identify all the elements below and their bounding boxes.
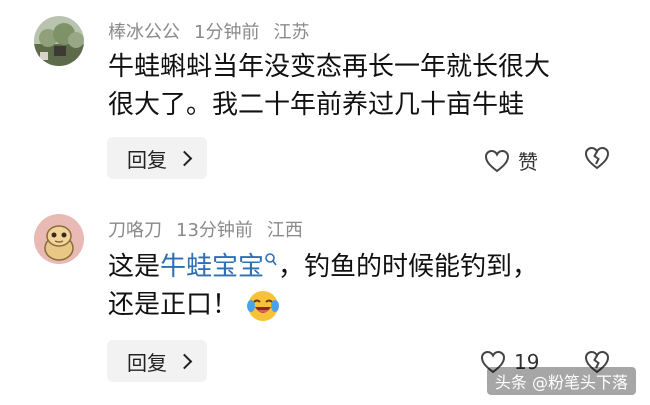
broken-heart-icon — [584, 146, 610, 170]
author-name[interactable]: 棒冰公公 — [108, 22, 180, 43]
comment-time: 1分钟前 — [194, 22, 260, 43]
reply-label: 回复 — [127, 350, 167, 375]
chevron-right-icon — [176, 353, 193, 369]
comment-text: 这是牛蛙宝宝 ，钓鱼的时候能钓到， 还是正口！ — [108, 248, 628, 324]
comment-text-line: 还是正口！ — [108, 286, 628, 324]
mention-link[interactable]: 牛蛙宝宝 — [160, 252, 264, 282]
like-label: 赞 — [518, 150, 538, 174]
dislike-button[interactable] — [584, 146, 610, 174]
chevron-right-icon — [176, 150, 193, 166]
like-button[interactable]: 赞 — [484, 146, 538, 175]
reply-label: 回复 — [127, 147, 167, 172]
comment-text-line: 牛蛙蝌蚪当年没变态再长一年就长很大 — [108, 52, 551, 82]
search-icon[interactable] — [264, 252, 278, 268]
comment-text: 牛蛙蝌蚪当年没变态再长一年就长很大 很大了。我二十年前养过几十亩牛蛙 — [108, 48, 628, 124]
comment-location: 江苏 — [273, 22, 310, 43]
comment-location: 江西 — [266, 220, 303, 241]
laughing-crying-emoji-icon — [247, 290, 280, 321]
reply-button[interactable]: 回复 — [107, 137, 207, 179]
comment-meta: 棒冰公公 1分钟前 江苏 — [108, 18, 323, 44]
avatar[interactable] — [34, 214, 84, 264]
watermark: 头条 @粉笔头下落 — [486, 367, 636, 395]
author-name[interactable]: 刀咯刀 — [108, 220, 162, 241]
comment-time: 13分钟前 — [176, 220, 253, 241]
comment-text-line: 这是牛蛙宝宝 ，钓鱼的时候能钓到， — [108, 248, 628, 286]
heart-icon — [484, 149, 510, 172]
text-segment: ，钓鱼的时候能钓到， — [278, 252, 539, 282]
text-segment: 还是正口！ — [108, 290, 239, 320]
comment-text-line: 很大了。我二十年前养过几十亩牛蛙 — [108, 90, 525, 120]
comment-item-1: 棒冰公公 1分钟前 江苏 牛蛙蝌蚪当年没变态再长一年就长很大 很大了。我二十年前养过… — [0, 0, 650, 195]
text-segment: 这是 — [108, 252, 161, 282]
reply-button[interactable]: 回复 — [107, 340, 207, 382]
avatar[interactable] — [34, 16, 84, 66]
comment-meta: 刀咯刀 13分钟前 江西 — [108, 216, 317, 242]
